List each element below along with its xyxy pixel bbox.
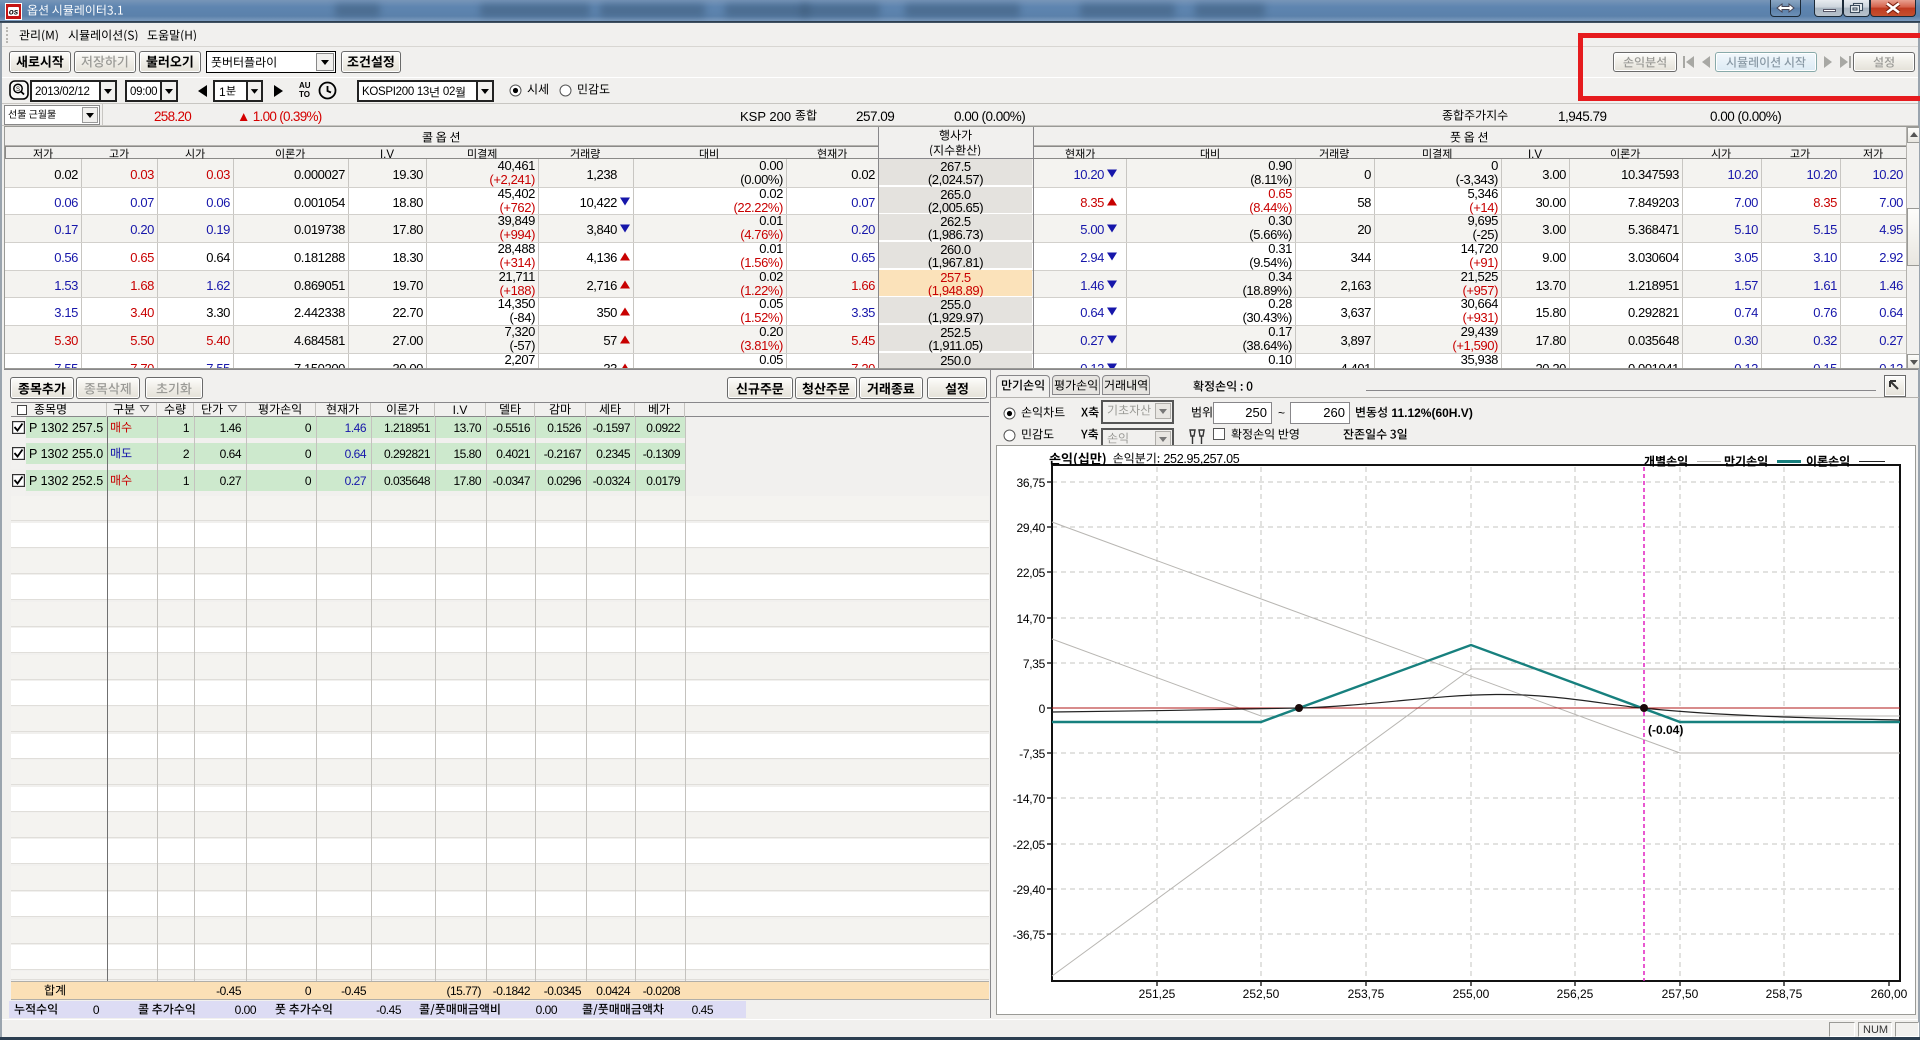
svg-text:os: os	[9, 8, 19, 17]
svg-text:S: S	[16, 87, 20, 93]
